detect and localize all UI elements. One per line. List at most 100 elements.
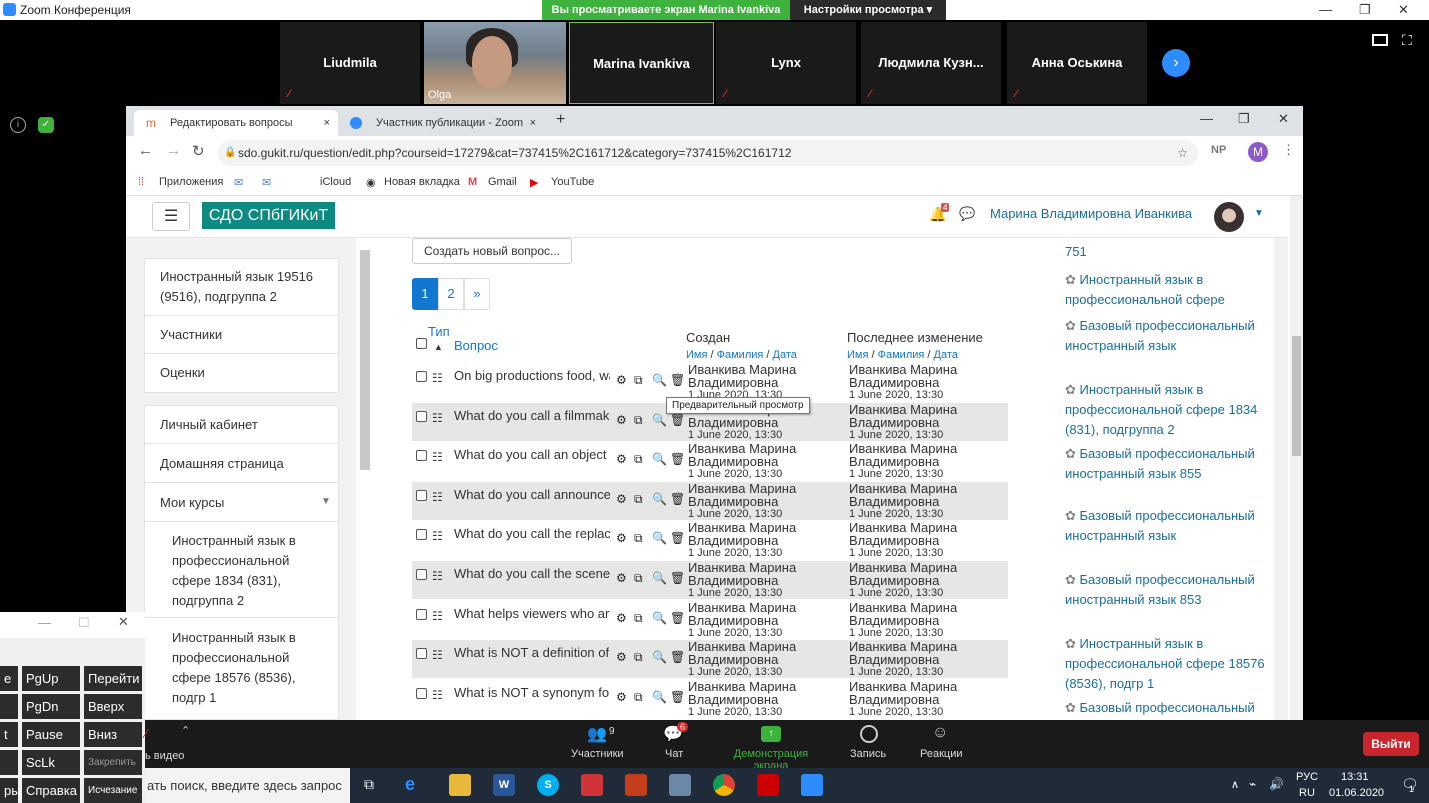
chrome-icon[interactable] <box>713 774 735 796</box>
delete-icon[interactable]: 🗑 <box>670 373 685 387</box>
explorer-icon[interactable] <box>449 774 471 796</box>
tab-zoom[interactable]: Участник публикации - Zoom × <box>340 110 544 136</box>
nav-course-item[interactable]: Иностранный язык в профессиональной сфер… <box>172 531 322 611</box>
reload-icon[interactable]: ↻ <box>192 142 205 160</box>
keyboard-key[interactable]: Перейти <box>84 666 142 691</box>
maximize-icon[interactable]: ☐ <box>78 615 90 631</box>
app-window-icon[interactable] <box>669 774 691 796</box>
preview-icon[interactable]: 🔍 <box>652 413 667 427</box>
preview-icon[interactable]: 🔍 <box>652 690 667 704</box>
sort-created-name[interactable]: Имя <box>686 349 707 361</box>
chat-button[interactable]: 💬 6 Чат <box>655 720 695 768</box>
participant-tile[interactable]: Анна Оськина ⁄ <box>1007 22 1147 104</box>
page-2-link[interactable]: 2 <box>438 278 464 310</box>
user-menu-name[interactable]: Марина Владимировна Иванкива <box>990 206 1192 221</box>
network-icon[interactable]: ⌁ <box>1249 777 1256 791</box>
duplicate-icon[interactable]: ⧉ <box>634 690 643 705</box>
duplicate-icon[interactable]: ⧉ <box>634 452 643 467</box>
course-link[interactable]: Базовый профессиональный <box>1080 700 1255 715</box>
back-icon[interactable]: ← <box>138 142 153 159</box>
participant-tile-active[interactable]: Marina Ivankiva <box>569 22 714 104</box>
maximize-icon[interactable]: ❐ <box>1359 2 1371 18</box>
video-off-icon[interactable]: ⁄ <box>145 726 147 741</box>
participant-tile[interactable]: Людмила Кузн... ⁄ <box>861 22 1001 104</box>
sort-question-link[interactable]: Вопрос <box>454 338 498 353</box>
volume-icon[interactable]: 🔊 <box>1269 777 1284 791</box>
keyboard-key[interactable] <box>0 750 18 775</box>
delete-icon[interactable]: 🗑 <box>670 650 685 664</box>
book-icon[interactable] <box>757 774 779 796</box>
duplicate-icon[interactable]: ⧉ <box>634 531 643 546</box>
duplicate-icon[interactable]: ⧉ <box>634 413 643 428</box>
course-link[interactable]: Иностранный язык в профессиональной сфер… <box>1065 272 1225 307</box>
delete-icon[interactable]: 🗑 <box>670 611 685 625</box>
row-checkbox[interactable] <box>416 529 427 541</box>
nav-dashboard[interactable]: Личный кабинет <box>160 415 258 435</box>
question-text[interactable]: What is NOT a synonym for <box>454 685 610 700</box>
keyboard-key[interactable]: PgUp <box>22 666 80 691</box>
task-view-icon[interactable]: ⧉ <box>364 776 374 793</box>
keyboard-key[interactable]: PgDn <box>22 694 80 719</box>
create-question-button[interactable]: Создать новый вопрос... <box>412 238 572 264</box>
delete-icon[interactable]: 🗑 <box>670 452 685 466</box>
record-button[interactable]: Запись <box>848 720 888 768</box>
nav-home[interactable]: Домашняя страница <box>160 454 284 474</box>
participants-button[interactable]: 👥 9 Участники <box>565 720 629 768</box>
keyboard-key[interactable]: Справка <box>22 778 80 803</box>
course-item[interactable]: ✿ Иностранный язык в профессиональной сф… <box>1065 270 1265 310</box>
course-item[interactable]: 751 <box>1065 242 1265 262</box>
row-checkbox[interactable] <box>416 608 427 620</box>
close-icon[interactable]: ✕ <box>118 614 129 630</box>
keyboard-key[interactable]: Вверх <box>84 694 142 719</box>
duplicate-icon[interactable]: ⧉ <box>634 492 643 507</box>
keyboard-key[interactable]: Закрепить <box>84 750 142 775</box>
star-icon[interactable]: ☆ <box>1177 140 1188 166</box>
tab-edit-questions[interactable]: m Редактировать вопросы × <box>134 110 338 136</box>
skype-icon[interactable]: S <box>537 774 559 796</box>
word-icon[interactable]: W <box>493 774 515 796</box>
extension-np-icon[interactable]: NP <box>1211 144 1226 156</box>
course-link[interactable]: Иностранный язык в профессиональной сфер… <box>1065 636 1265 691</box>
restore-icon[interactable]: ❐ <box>1238 111 1250 127</box>
course-link[interactable]: 751 <box>1065 244 1087 259</box>
question-text[interactable]: What helps viewers who are <box>454 606 610 621</box>
sort-modified-date[interactable]: Дата <box>934 349 958 361</box>
keyboard-key[interactable]: t <box>0 722 18 747</box>
row-checkbox[interactable] <box>416 648 427 660</box>
question-text[interactable]: On big productions food, water, <box>454 368 610 383</box>
course-link[interactable]: Базовый профессиональный иностранный язы… <box>1065 572 1255 607</box>
gear-icon[interactable]: ⚙ <box>616 650 627 664</box>
row-checkbox[interactable] <box>416 687 427 699</box>
course-item[interactable]: ✿ Иностранный язык в профессиональной сф… <box>1065 380 1265 440</box>
url-input[interactable]: 🔒 sdo.gukit.ru/question/edit.php?coursei… <box>218 140 1198 166</box>
bookmark-mail-icon[interactable]: ✉ <box>234 176 243 189</box>
delete-icon[interactable]: 🗑 <box>670 571 685 585</box>
exit-button[interactable]: Выйти <box>1363 732 1419 756</box>
tab-close-icon[interactable]: × <box>530 110 536 136</box>
tray-chevron-icon[interactable]: ∧ <box>1231 778 1239 791</box>
course-link[interactable]: Базовый профессиональный иностранный язы… <box>1065 446 1255 481</box>
gear-icon[interactable]: ⚙ <box>616 531 627 545</box>
duplicate-icon[interactable]: ⧉ <box>634 650 643 665</box>
keyboard-key[interactable] <box>0 694 18 719</box>
gear-icon[interactable]: ⚙ <box>616 571 627 585</box>
close-icon[interactable]: ✕ <box>1398 2 1409 18</box>
keyboard-key[interactable]: Вниз <box>84 722 142 747</box>
new-tab-button[interactable]: + <box>556 111 565 129</box>
keyboard-key[interactable]: Pause <box>22 722 80 747</box>
app-red-icon[interactable] <box>581 774 603 796</box>
sort-created-surname[interactable]: Фамилия <box>717 349 764 361</box>
view-mode-icon[interactable] <box>1372 34 1388 46</box>
select-all-checkbox[interactable] <box>416 338 427 349</box>
keyboard-key[interactable]: ры <box>0 778 21 803</box>
course-item[interactable]: ✿ Иностранный язык в профессиональной сф… <box>1065 634 1265 694</box>
sort-created-date[interactable]: Дата <box>773 349 797 361</box>
question-text[interactable]: What do you call a filmmaker <box>454 408 610 423</box>
close-icon[interactable]: ✕ <box>1278 111 1289 127</box>
row-checkbox[interactable] <box>416 450 427 462</box>
bookmark-new-tab[interactable]: Новая вкладка <box>384 176 460 188</box>
nav-participants[interactable]: Участники <box>160 325 222 345</box>
language-indicator[interactable]: РУС <box>1296 771 1318 783</box>
participant-video-tile[interactable]: Olga <box>424 22 566 104</box>
duplicate-icon[interactable]: ⧉ <box>634 373 643 388</box>
